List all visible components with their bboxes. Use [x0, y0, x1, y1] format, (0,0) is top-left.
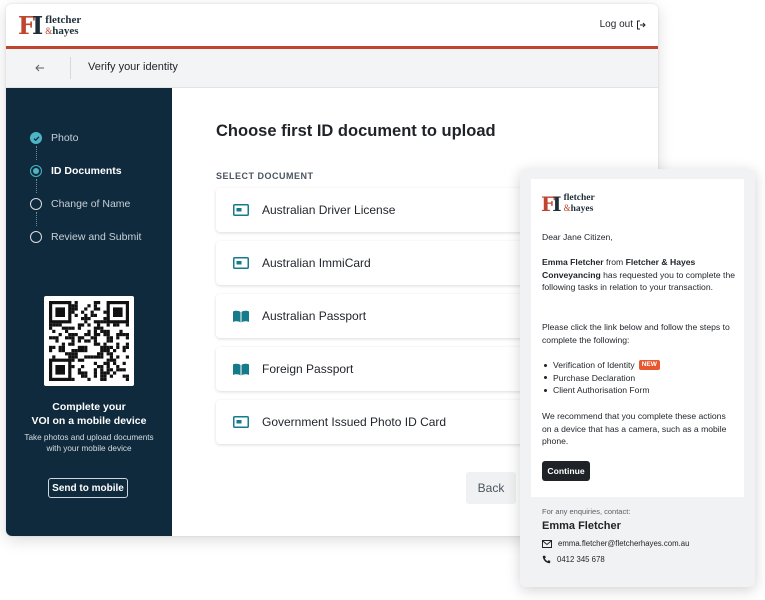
brand-logo: FI fletcher &hayes	[18, 14, 81, 38]
task-list: Verification of Identity NEW Purchase Dec…	[542, 359, 737, 397]
passport-book-icon	[232, 309, 250, 323]
mobile-title: Complete your VOI on a mobile device	[31, 401, 147, 427]
email-request-paragraph: Emma Fletcher from Fletcher & Hayes Conv…	[542, 257, 735, 292]
document-label: Australian Driver License	[262, 203, 396, 217]
phone-icon	[542, 555, 551, 564]
step-connector	[36, 212, 37, 226]
email-preview-panel: FI fletcher &hayes Dear Jane Citizen, Em…	[520, 169, 755, 587]
logout-icon	[637, 20, 646, 29]
back-arrow-button[interactable]	[30, 58, 50, 78]
step-label: Photo	[51, 132, 79, 144]
mail-icon	[542, 539, 552, 548]
list-item: Purchase Declaration	[542, 372, 737, 385]
sub-header: Verify your identity	[6, 49, 658, 88]
step-label: ID Documents	[51, 165, 122, 177]
step-connector	[36, 179, 37, 193]
logo-wordmark: fletcher &hayes	[563, 193, 595, 214]
send-to-mobile-button[interactable]: Send to mobile	[48, 478, 128, 498]
document-label: Foreign Passport	[262, 362, 354, 376]
email-brand-logo: FI fletcher &hayes	[541, 193, 595, 214]
page-subtitle: Verify your identity	[88, 61, 178, 73]
check-circle-icon	[30, 132, 42, 144]
page-title: Choose first ID document to upload	[216, 122, 496, 140]
new-badge: NEW	[638, 360, 660, 371]
email-recommendation: We recommend that you complete these act…	[542, 411, 727, 446]
id-card-icon	[232, 203, 250, 217]
empty-circle-icon	[30, 231, 42, 243]
document-label: Australian Passport	[262, 309, 367, 323]
current-step-icon	[30, 165, 42, 177]
logo-monogram: FI	[541, 191, 562, 216]
step-change-of-name[interactable]: Change of Name	[30, 196, 130, 212]
empty-circle-icon	[30, 198, 42, 210]
step-review-and-submit[interactable]: Review and Submit	[30, 229, 141, 245]
progress-sidebar: Photo ID Documents Change of Name Review…	[6, 88, 172, 536]
step-id-documents[interactable]: ID Documents	[30, 163, 122, 179]
top-bar: FI fletcher &hayes Log out	[6, 4, 658, 46]
contact-phone[interactable]: 0412 345 678	[542, 555, 605, 564]
section-label: SELECT DOCUMENT	[216, 171, 314, 181]
logout-label: Log out	[599, 19, 633, 30]
list-item: Client Authorisation Form	[542, 384, 737, 397]
id-card-icon	[232, 415, 250, 429]
email-body: FI fletcher &hayes Dear Jane Citizen, Em…	[531, 179, 744, 497]
continue-button[interactable]: Continue	[542, 461, 590, 481]
qr-code	[44, 296, 134, 386]
contact-email[interactable]: emma.fletcher@fletcherhayes.com.au	[542, 539, 689, 548]
logout-button[interactable]: Log out	[600, 19, 646, 30]
list-item: Verification of Identity NEW	[542, 359, 737, 372]
divider	[70, 57, 71, 79]
mobile-description: Take photos and upload documents with yo…	[24, 433, 154, 453]
email-instruction: Please click the link below and follow t…	[542, 322, 730, 345]
email-greeting: Dear Jane Citizen,	[542, 232, 613, 242]
step-label: Review and Submit	[51, 231, 142, 243]
enquiries-label: For any enquiries, contact:	[542, 507, 631, 516]
back-button[interactable]: Back	[466, 472, 516, 504]
logo-wordmark: fletcher &hayes	[45, 14, 82, 37]
step-label: Change of Name	[51, 198, 131, 210]
passport-book-icon	[232, 362, 250, 376]
id-card-icon	[232, 256, 250, 270]
arrow-left-icon	[35, 64, 44, 72]
step-photo[interactable]: Photo	[30, 130, 78, 146]
logo-monogram: FI	[18, 11, 43, 40]
document-label: Australian ImmiCard	[262, 256, 371, 270]
step-connector	[36, 146, 37, 160]
contact-name: Emma Fletcher	[542, 520, 621, 532]
document-label: Government Issued Photo ID Card	[262, 415, 447, 429]
